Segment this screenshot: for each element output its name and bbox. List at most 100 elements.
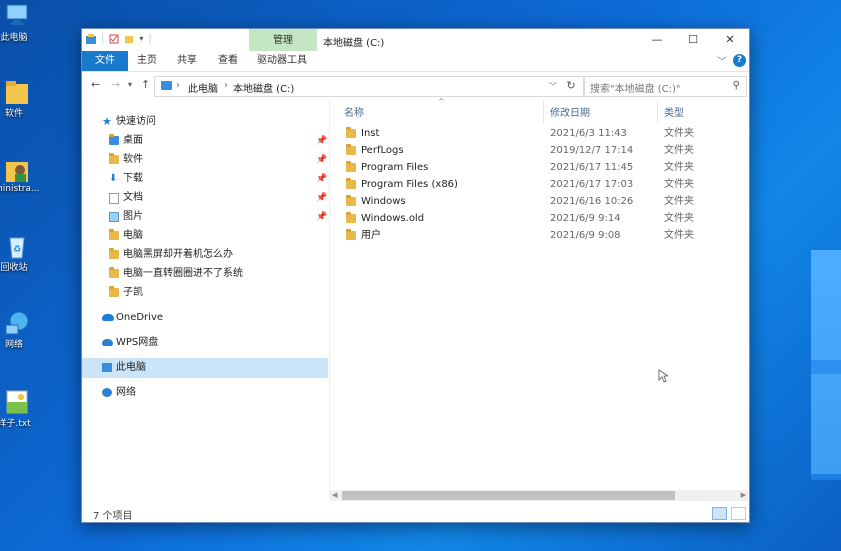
sort-ascending-icon: ^	[438, 97, 445, 106]
search-input[interactable]: 搜索"本地磁盘 (C:)" ⚲	[584, 76, 747, 97]
maximize-button[interactable]: ☐	[674, 29, 712, 51]
folder-icon	[346, 178, 356, 189]
cloud-icon	[102, 314, 114, 321]
qat-dropdown-icon[interactable]: ▾	[139, 34, 143, 43]
tab-view[interactable]: 查看	[211, 51, 245, 71]
network-icon	[102, 388, 112, 397]
column-divider[interactable]	[543, 101, 544, 123]
file-type: 文件夹	[664, 162, 694, 173]
desktop-icon-recycle-bin[interactable]: ♻ 回收站	[0, 232, 34, 273]
table-row[interactable]: 用户 2021/6/9 9:08 文件夹	[330, 227, 749, 244]
large-icons-view-icon[interactable]	[731, 507, 746, 520]
file-name: 用户	[361, 230, 381, 241]
desktop-icon-network[interactable]: 网络	[0, 309, 34, 350]
table-row[interactable]: PerfLogs 2019/12/7 17:14 文件夹	[330, 142, 749, 159]
desktop-icon-this-pc[interactable]: 此电脑	[0, 2, 34, 43]
table-row[interactable]: Windows.old 2021/6/9 9:14 文件夹	[330, 210, 749, 227]
search-icon: ⚲	[732, 80, 740, 91]
column-header-name[interactable]: 名称	[344, 104, 364, 119]
column-divider[interactable]	[657, 101, 658, 123]
nav-this-pc[interactable]: 此电脑	[82, 358, 328, 378]
nav-label: 文档	[123, 192, 143, 203]
up-button[interactable]: ↑	[141, 78, 150, 91]
file-type: 文件夹	[664, 230, 694, 241]
desktop-icon-label: 此电脑	[0, 33, 28, 43]
nav-label: 电脑一直转圈圈进不了系统	[123, 268, 243, 279]
nav-label: 快速访问	[116, 116, 156, 127]
nav-item-pictures[interactable]: 图片 📌	[82, 207, 328, 227]
nav-wps-drive[interactable]: WPS网盘	[82, 333, 328, 353]
status-bar: 7 个项目	[82, 504, 749, 522]
nav-item-downloads[interactable]: ⬇ 下载 📌	[82, 169, 328, 189]
file-date: 2021/6/9 9:08	[550, 230, 621, 241]
explorer-app-icon	[86, 33, 96, 44]
tab-share[interactable]: 共享	[170, 51, 204, 71]
tab-file[interactable]: 文件	[82, 51, 128, 71]
new-folder-icon[interactable]	[124, 34, 134, 44]
properties-icon[interactable]	[109, 34, 119, 44]
file-name: PerfLogs	[361, 145, 404, 156]
desktop-icon-label: 软件	[4, 109, 23, 119]
file-date: 2021/6/17 17:03	[550, 179, 634, 190]
chevron-down-icon[interactable]: ﹀	[549, 81, 557, 92]
tab-drive-tools[interactable]: 驱动器工具	[252, 51, 312, 71]
back-button[interactable]: ←	[91, 78, 100, 91]
desktop-icon-text-file[interactable]: 样子.txt	[0, 388, 34, 429]
nav-item-computer[interactable]: 电脑	[82, 226, 328, 246]
nav-item-zikai[interactable]: 子凯	[82, 283, 328, 303]
scroll-right-icon[interactable]: ▶	[741, 490, 746, 501]
breadcrumb-drive[interactable]: 本地磁盘 (C:)	[233, 80, 294, 95]
refresh-button[interactable]: ↻	[560, 76, 582, 95]
column-header-date[interactable]: 修改日期	[550, 104, 590, 119]
nav-label: WPS网盘	[116, 337, 159, 348]
nav-onedrive[interactable]: OneDrive	[82, 308, 328, 328]
address-row: ← → ▾ ↑ › 此电脑 › 本地磁盘 (C:) ﹀ ↻ 搜索"本地磁盘 (C…	[82, 73, 749, 99]
wps-cloud-icon	[102, 339, 113, 346]
details-view-icon[interactable]	[712, 507, 727, 520]
file-name: Windows.old	[361, 213, 425, 224]
table-row[interactable]: Inst 2021/6/3 11:43 文件夹	[330, 125, 749, 142]
nav-item-software[interactable]: 软件 📌	[82, 150, 328, 170]
horizontal-scrollbar[interactable]: ◀ ▶	[330, 490, 748, 501]
nav-label: 子凯	[123, 287, 143, 298]
folder-icon	[109, 229, 119, 240]
scrollbar-thumb[interactable]	[342, 491, 675, 500]
nav-item-spinning[interactable]: 电脑一直转圈圈进不了系统	[82, 264, 328, 284]
mouse-cursor-icon	[658, 369, 668, 383]
close-button[interactable]: ✕	[711, 29, 749, 51]
minimize-button[interactable]: —	[638, 29, 676, 51]
expand-ribbon-icon[interactable]: ﹀	[717, 53, 727, 68]
chevron-right-icon: ›	[176, 80, 180, 91]
table-row[interactable]: Program Files (x86) 2021/6/17 17:03 文件夹	[330, 176, 749, 193]
file-type: 文件夹	[664, 179, 694, 190]
file-list: ^ 名称 修改日期 类型 Inst 2021/6/3 11:43 文件夹 Per…	[330, 97, 749, 497]
search-placeholder: 搜索"本地磁盘 (C:)"	[590, 84, 681, 95]
desktop-icon-label: ministra...	[0, 184, 40, 194]
nav-quick-access[interactable]: ★ 快速访问	[82, 112, 328, 132]
manage-context-tab[interactable]: 管理	[249, 29, 317, 51]
nav-item-desktop[interactable]: 桌面 📌	[82, 131, 328, 151]
desktop-icon-software[interactable]: 软件	[0, 78, 34, 119]
recent-locations-icon[interactable]: ▾	[128, 80, 132, 89]
desktop-light-panel	[811, 250, 841, 480]
file-date: 2021/6/17 11:45	[550, 162, 634, 173]
file-name: Program Files	[361, 162, 429, 173]
pin-icon: 📌	[316, 193, 328, 203]
column-header-type[interactable]: 类型	[664, 104, 684, 119]
breadcrumb-this-pc[interactable]: 此电脑	[188, 80, 218, 95]
nav-label: 网络	[116, 387, 136, 398]
scroll-left-icon[interactable]: ◀	[332, 490, 337, 501]
address-bar[interactable]: › 此电脑 › 本地磁盘 (C:) ﹀	[154, 76, 584, 97]
desktop-icon-user[interactable]: ministra...	[0, 156, 40, 194]
nav-item-documents[interactable]: 文档 📌	[82, 188, 328, 208]
nav-network[interactable]: 网络	[82, 383, 328, 403]
table-row[interactable]: Program Files 2021/6/17 11:45 文件夹	[330, 159, 749, 176]
help-icon[interactable]: ?	[733, 54, 746, 67]
file-date: 2021/6/3 11:43	[550, 128, 627, 139]
file-type: 文件夹	[664, 196, 694, 207]
tab-home[interactable]: 主页	[130, 51, 164, 71]
table-row[interactable]: Windows 2021/6/16 10:26 文件夹	[330, 193, 749, 210]
folder-icon	[346, 229, 356, 240]
nav-item-black-screen[interactable]: 电脑黑屏却开着机怎么办	[82, 245, 328, 265]
forward-button[interactable]: →	[111, 78, 120, 91]
